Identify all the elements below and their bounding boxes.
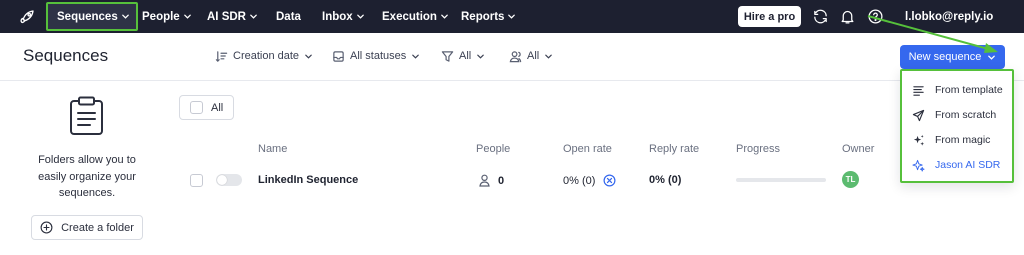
ai-sparkle-icon [912,159,925,172]
filter-all-label: All [459,50,472,62]
nav-ai-sdr[interactable]: AI SDR [207,0,258,33]
clipboard-icon [70,96,103,135]
chevron-down-icon [545,54,553,59]
menu-item-from-template-label: From template [935,84,1003,96]
filter-creation-date[interactable]: Creation date [215,47,313,65]
menu-item-jason-ai-sdr[interactable]: Jason AI SDR [912,156,1000,174]
new-sequence-button[interactable]: New sequence [900,45,1005,69]
row-checkbox[interactable] [190,174,203,187]
people-cell: 0 [479,174,504,187]
help-icon[interactable] [867,8,884,25]
filter-status-label: All statuses [350,50,407,62]
new-sequence-dropdown: From template From scratch From magic Ja… [900,69,1014,183]
filter-status[interactable]: All statuses [332,47,420,65]
folders-empty-text: Folders allow you to easily organize you… [38,154,136,199]
chevron-down-icon [356,14,364,19]
progress-bar [736,178,826,182]
owner-avatar[interactable]: TL [842,171,859,188]
column-header-reply-rate[interactable]: Reply rate [649,143,699,155]
rocket-icon[interactable] [18,8,36,26]
nav-reports-label: Reports [461,10,505,23]
top-navigation-bar: Sequences People AI SDR Data Inbox Execu… [0,0,1024,33]
nav-sequences[interactable]: Sequences [46,2,138,31]
nav-sequences-label: Sequences [57,10,118,23]
filter-owner-label: All [527,50,540,62]
hire-a-pro-button[interactable]: Hire a pro [738,6,801,27]
menu-item-from-scratch[interactable]: From scratch [912,106,996,124]
new-sequence-label: New sequence [908,51,982,63]
create-folder-label: Create a folder [61,221,134,234]
user-email[interactable]: l.lobko@reply.io [905,0,993,33]
status-icon [333,50,344,62]
column-header-progress[interactable]: Progress [736,143,780,155]
page-title: Sequences [23,46,109,65]
nav-reports[interactable]: Reports [461,0,516,33]
chevron-down-icon [121,14,129,19]
nav-data[interactable]: Data [276,0,301,33]
chevron-down-icon [441,14,448,19]
nav-ai-sdr-label: AI SDR [207,10,246,23]
people-count: 0 [498,174,505,187]
nav-execution[interactable]: Execution [382,0,449,33]
nav-execution-label: Execution [382,10,437,23]
annotation-arrow [867,15,998,53]
menu-item-from-scratch-label: From scratch [935,109,997,121]
chevron-down-icon [305,54,312,59]
nav-data-label: Data [276,10,301,23]
chevron-down-icon [477,54,485,59]
tracking-off-icon[interactable] [603,174,616,187]
bell-icon[interactable] [839,8,856,25]
menu-item-from-magic[interactable]: From magic [912,131,990,149]
chevron-down-icon [988,55,996,60]
nav-people-label: People [142,10,180,23]
column-header-owner[interactable]: Owner [842,143,874,155]
refresh-icon[interactable] [812,8,829,25]
menu-item-jason-ai-sdr-label: Jason AI SDR [935,159,1001,171]
column-header-name[interactable]: Name [258,143,287,155]
open-rate-value: 0% (0) [563,174,596,187]
filter-creation-date-label: Creation date [233,50,300,62]
sort-icon [215,50,228,62]
sequence-name-link[interactable]: LinkedIn Sequence [258,174,358,186]
select-all-label: All [211,101,224,114]
nav-inbox-label: Inbox [322,10,353,23]
nav-people[interactable]: People [142,0,192,33]
plus-circle-icon [40,221,53,234]
menu-item-from-magic-label: From magic [935,134,991,146]
column-header-open-rate[interactable]: Open rate [563,143,612,155]
reply-rate-value: 0% (0) [649,174,682,186]
header-divider [0,80,1024,81]
sparkle-icon [913,134,925,146]
filter-icon [441,50,454,62]
open-rate-cell: 0% (0) [563,174,616,187]
filter-owner[interactable]: All [509,47,553,65]
chevron-down-icon [250,14,257,19]
menu-item-from-template[interactable]: From template [912,81,1003,99]
chevron-down-icon [508,14,516,19]
chevron-down-icon [183,14,191,19]
send-icon [912,109,925,121]
column-header-people[interactable]: People [476,143,510,155]
sequence-active-toggle[interactable] [216,174,242,186]
nav-inbox[interactable]: Inbox [322,0,365,33]
filter-all[interactable]: All [441,47,485,65]
person-icon [479,174,490,187]
template-icon [913,85,924,96]
chevron-down-icon [412,54,420,59]
user-icon [509,50,522,62]
select-all-checkbox[interactable] [190,101,203,114]
create-folder-button[interactable]: Create a folder [31,215,143,240]
select-all-control[interactable]: All [179,95,234,120]
